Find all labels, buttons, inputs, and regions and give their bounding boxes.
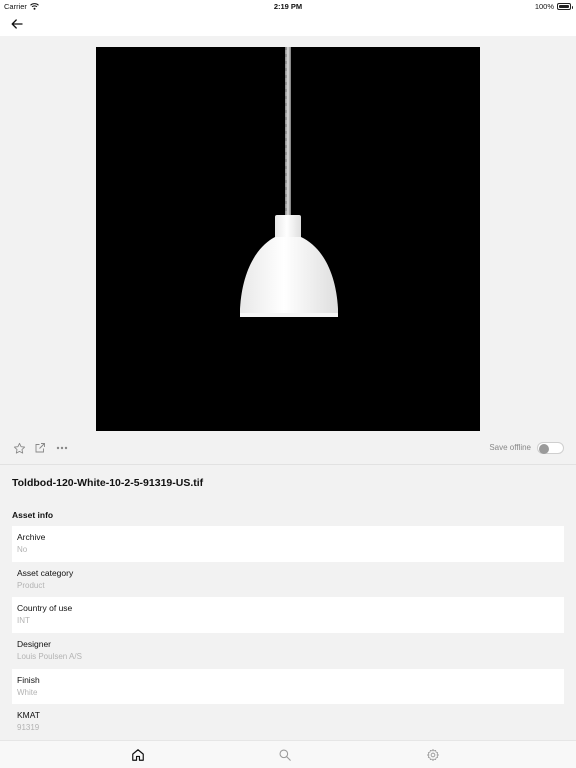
asset-preview-image[interactable]: [96, 47, 480, 431]
info-label: Archive: [17, 532, 46, 542]
gear-icon: [427, 749, 439, 761]
info-label: Finish: [17, 674, 40, 685]
tab-bar: [0, 740, 576, 768]
info-row-kmat: KMAT 91319: [12, 704, 564, 740]
status-bar: Carrier 2:19 PM 100%: [0, 0, 576, 12]
save-offline-label: Save offline: [489, 443, 531, 452]
section-title-asset-info: Asset info: [12, 510, 54, 520]
more-horizontal-icon: [56, 446, 68, 450]
navigation-bar: [0, 12, 576, 36]
info-label: Country of use: [17, 603, 73, 614]
info-row-archive: Archive No: [12, 526, 564, 562]
battery-icon: [557, 3, 573, 10]
divider: [0, 464, 576, 465]
save-offline-toggle[interactable]: [537, 442, 564, 454]
info-label: Asset category: [17, 567, 74, 578]
battery-percent: 100%: [534, 2, 554, 11]
info-label: KMAT: [17, 710, 40, 721]
home-icon: [132, 749, 144, 761]
info-row-asset-category: Asset category Product: [12, 562, 564, 598]
asset-info-list: Archive No Asset category Product Countr…: [12, 526, 564, 740]
info-value: White: [17, 687, 38, 697]
external-link-icon: [35, 443, 45, 453]
pendant-lamp-image: [96, 47, 480, 431]
favorite-button[interactable]: [11, 440, 27, 456]
star-icon: [13, 442, 25, 454]
toggle-knob: [539, 443, 549, 454]
info-label: Designer: [17, 639, 52, 650]
tab-settings[interactable]: [424, 746, 442, 764]
asset-action-row: Save offline: [0, 437, 576, 459]
back-button[interactable]: [8, 16, 26, 32]
info-value: Product: [17, 580, 45, 590]
info-row-finish: Finish White: [12, 668, 564, 705]
search-icon: [279, 749, 291, 761]
more-options-button[interactable]: [54, 440, 70, 456]
info-value: Louis Poulsen A/S: [17, 652, 82, 662]
file-name: Toldbod-120-White-10-2-5-91319-US.tif: [12, 477, 204, 489]
status-time: 2:19 PM: [273, 2, 303, 11]
info-row-designer: Designer Louis Poulsen A/S: [12, 633, 564, 669]
tab-home[interactable]: [129, 746, 147, 764]
share-button[interactable]: [32, 440, 48, 456]
battery-indicator: 100%: [534, 2, 573, 11]
tab-search[interactable]: [276, 746, 294, 764]
info-row-country-of-use: Country of use INT: [12, 597, 564, 634]
arrow-left-icon: [11, 19, 23, 29]
info-value: INT: [17, 616, 30, 626]
info-value: 91319: [17, 723, 40, 733]
info-value: No: [17, 545, 28, 554]
